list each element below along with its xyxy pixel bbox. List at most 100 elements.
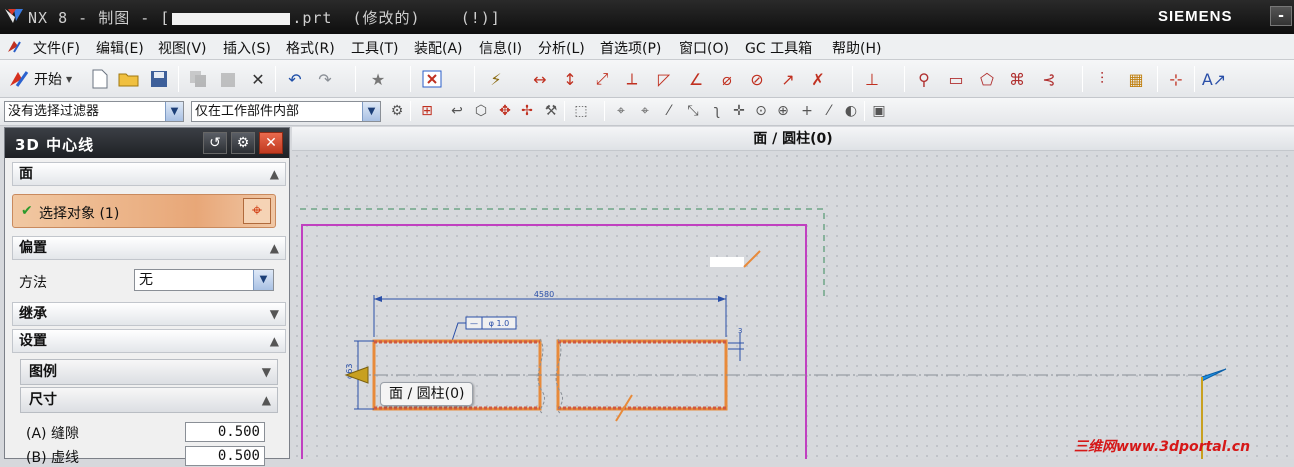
subgroup-legend-header[interactable]: 图例 ▼ — [20, 359, 278, 385]
selection-filter-combo[interactable]: 没有选择过滤器 ▼ — [4, 101, 184, 122]
curve-rule-icon[interactable]: ↩ — [446, 100, 468, 122]
group-settings-header[interactable]: 设置 ▲ — [12, 329, 286, 353]
rapid-dimension-icon[interactable]: ⚡ — [484, 67, 508, 91]
snap-on-face-icon[interactable]: ◐ — [840, 100, 862, 122]
menu-tools[interactable]: 工具(T) — [351, 38, 398, 58]
menu-edit[interactable]: 编辑(E) — [96, 38, 144, 58]
menu-window[interactable]: 窗口(O) — [679, 38, 729, 58]
start-dropdown-icon: ▼ — [66, 74, 73, 84]
drawing-view-icon[interactable] — [420, 67, 444, 91]
snap-control-icon[interactable]: ⤡ — [682, 100, 704, 122]
title-bar: NX 8 - 制图 - [.prt (修改的) (!)] SIEMENS - — [0, 0, 1294, 34]
datum-icon[interactable]: ⊰ — [1037, 67, 1061, 91]
start-button[interactable]: 开始 ▼ — [8, 67, 72, 91]
rectangle-icon[interactable]: ▭ — [944, 67, 968, 91]
centerline-icon[interactable]: ⊹ — [1164, 67, 1188, 91]
face-rule-icon[interactable]: ⬡ — [470, 100, 492, 122]
gap-label: (A) 缝隙 — [26, 426, 79, 442]
dialog-title: 3D 中心线 — [15, 136, 95, 154]
start-label: 开始 — [34, 72, 62, 88]
radius-dimension-icon[interactable]: ↗ — [776, 67, 800, 91]
radius-to-center-icon[interactable]: ✗ — [806, 67, 830, 91]
graphics-canvas[interactable]: 4580 — φ 1.0 3 φ63 — [292, 151, 1294, 466]
tool-icon[interactable]: ⚒ — [540, 100, 562, 122]
parallel-dimension-icon[interactable]: ⤢ — [590, 67, 614, 91]
method-dropdown[interactable]: 无 ▼ — [134, 269, 274, 291]
select-object-label: 选择对象 (1) — [39, 206, 120, 222]
reset-icon[interactable]: ↺ — [203, 132, 227, 154]
close-icon[interactable]: ✕ — [259, 132, 283, 154]
text-annotation-icon[interactable]: A↗ — [1202, 67, 1226, 91]
chevron-up-icon: ▲ — [269, 167, 279, 181]
table-note-icon[interactable]: ▦ — [1124, 67, 1148, 91]
chevron-down-icon: ▼ — [253, 270, 273, 290]
length-dimension-line — [373, 295, 727, 337]
undo-icon[interactable]: ↶ — [283, 67, 307, 91]
hole-dimension-icon[interactable]: ⊘ — [745, 67, 769, 91]
chamfer-dimension-icon[interactable]: ◸ — [652, 67, 676, 91]
snap-arc-icon[interactable]: ʅ — [706, 100, 728, 122]
menu-insert[interactable]: 插入(S) — [223, 38, 271, 58]
gap-input[interactable]: 0.500 — [185, 422, 265, 442]
symbol-icon[interactable]: ⫶ — [1090, 67, 1114, 91]
chevron-down-icon: ▼ — [261, 365, 271, 379]
snap-on-curve-icon[interactable]: ⁄ — [818, 100, 840, 122]
selection-scope-combo[interactable]: 仅在工作部件内部 ▼ — [191, 101, 381, 122]
settings-gear-icon[interactable]: ⚙ — [231, 132, 255, 154]
new-file-icon[interactable] — [88, 67, 112, 91]
cylindrical-dimension-icon[interactable]: ⌀ — [715, 67, 739, 91]
menu-information[interactable]: 信息(I) — [479, 38, 522, 58]
delete-icon[interactable]: ✕ — [246, 67, 270, 91]
body-filter-icon[interactable]: ▣ — [868, 100, 890, 122]
group-inherit-header[interactable]: 继承 ▼ — [12, 302, 286, 326]
perpendicular-dimension-icon[interactable]: ⟂ — [620, 67, 644, 91]
save-icon[interactable] — [147, 67, 171, 91]
select-object-row[interactable]: ✔ 选择对象 (1) ⌖ — [12, 194, 276, 228]
horizontal-dimension-icon[interactable]: ↔ — [528, 67, 552, 91]
select-all-icon[interactable]: ⚙ — [386, 100, 408, 122]
snap-endpoint-icon[interactable]: ⌖ — [610, 100, 632, 122]
menu-help[interactable]: 帮助(H) — [832, 38, 881, 58]
angular-dimension-icon[interactable]: ∠ — [684, 67, 708, 91]
copy-icon[interactable] — [186, 67, 210, 91]
menu-file[interactable]: 文件(F) — [33, 38, 80, 58]
snap-midpoint-icon[interactable]: ⌖ — [634, 100, 656, 122]
vertical-dimension-icon[interactable]: ↕ — [558, 67, 582, 91]
feature-control-icon[interactable]: ⌘ — [1005, 67, 1029, 91]
move-icon[interactable]: ✥ — [494, 100, 516, 122]
window-title: NX 8 - 制图 - [.prt (修改的) (!)] — [28, 9, 501, 27]
paste-icon[interactable] — [216, 67, 240, 91]
side-dimension-text: 3 — [738, 327, 742, 335]
leader-line — [743, 250, 761, 268]
menu-preferences[interactable]: 首选项(P) — [600, 38, 661, 58]
shape-icon[interactable]: ⬠ — [975, 67, 999, 91]
chevron-up-icon: ▲ — [269, 334, 279, 348]
feature-icon[interactable]: ★ — [366, 67, 390, 91]
snap-quadrant-icon[interactable]: ⊕ — [772, 100, 794, 122]
snap-intersection-icon[interactable]: ✛ — [728, 100, 750, 122]
snap-center-icon[interactable]: ⊙ — [750, 100, 772, 122]
menu-analysis[interactable]: 分析(L) — [538, 38, 585, 58]
open-folder-icon[interactable] — [117, 67, 141, 91]
group-offset-header[interactable]: 偏置 ▲ — [12, 236, 286, 260]
annotation-icon[interactable]: ⚲ — [912, 67, 936, 91]
menu-assembly[interactable]: 装配(A) — [414, 38, 463, 58]
ordinate-dimension-icon[interactable]: ⊥ — [860, 67, 884, 91]
length-dimension-text: 4580 — [534, 290, 554, 299]
minimize-button[interactable]: - — [1270, 6, 1292, 26]
rotate-icon[interactable]: ✢ — [516, 100, 538, 122]
group-face-header[interactable]: 面 ▲ — [12, 162, 286, 186]
menu-format[interactable]: 格式(R) — [286, 38, 335, 58]
menu-view[interactable]: 视图(V) — [158, 38, 207, 58]
subgroup-dimensions-header[interactable]: 尺寸 ▲ — [20, 387, 278, 413]
snap-line-icon[interactable]: ⁄ — [658, 100, 680, 122]
redo-icon[interactable]: ↷ — [313, 67, 337, 91]
menu-gc-toolbox[interactable]: GC 工具箱 — [745, 38, 812, 58]
snap-existing-icon[interactable]: + — [796, 100, 818, 122]
nx-logo-icon — [5, 9, 23, 23]
dash-input[interactable]: 0.500 — [185, 446, 265, 466]
chevron-up-icon: ▲ — [261, 393, 271, 407]
crosshair-select-icon[interactable]: ⌖ — [243, 198, 271, 224]
rectangle-select-icon[interactable]: ⬚ — [570, 100, 592, 122]
snap-point-icon[interactable]: ⊞ — [416, 100, 438, 122]
